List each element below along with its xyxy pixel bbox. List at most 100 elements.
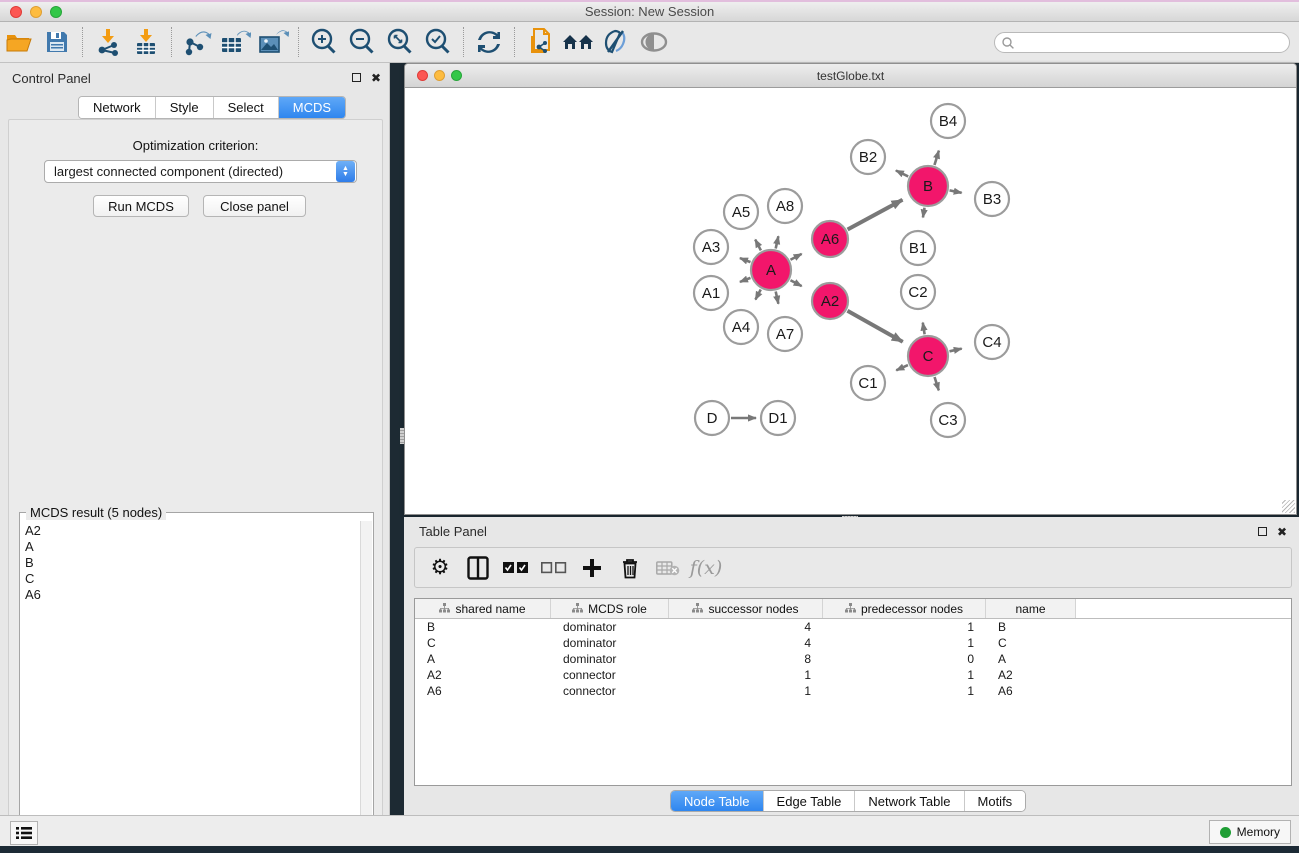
edge-C-C4[interactable] bbox=[949, 349, 961, 352]
edge-C-C2[interactable] bbox=[923, 323, 925, 335]
show-eye-icon[interactable] bbox=[637, 26, 671, 58]
import-table-icon[interactable] bbox=[129, 26, 163, 58]
node-C1[interactable]: C1 bbox=[851, 366, 885, 400]
edge-B-B3[interactable] bbox=[950, 190, 962, 192]
task-history-button[interactable] bbox=[10, 821, 38, 845]
node-C3[interactable]: C3 bbox=[931, 403, 965, 437]
run-mcds-button[interactable]: Run MCDS bbox=[93, 195, 189, 217]
zoom-out-icon[interactable] bbox=[345, 26, 379, 58]
function-builder-icon[interactable]: f(x) bbox=[691, 554, 721, 582]
table-row[interactable]: Cdominator41C bbox=[415, 635, 1291, 651]
criterion-dropdown[interactable]: largest connected component (directed) ▲… bbox=[44, 160, 357, 183]
node-B[interactable]: B bbox=[908, 166, 948, 206]
show-columns-icon[interactable] bbox=[463, 554, 493, 582]
column-header-successor-nodes[interactable]: successor nodes bbox=[669, 599, 823, 618]
node-A1[interactable]: A1 bbox=[694, 276, 728, 310]
edge-A2-C[interactable] bbox=[847, 311, 902, 342]
zoom-fit-icon[interactable] bbox=[383, 26, 417, 58]
edge-A-A1[interactable] bbox=[740, 278, 751, 282]
result-list-item[interactable]: B bbox=[25, 555, 361, 571]
node-table[interactable]: shared nameMCDS rolesuccessor nodesprede… bbox=[414, 598, 1292, 786]
search-input[interactable] bbox=[1015, 36, 1289, 50]
vertical-splitter-handle[interactable] bbox=[400, 428, 404, 444]
node-A3[interactable]: A3 bbox=[694, 230, 728, 264]
node-A6[interactable]: A6 bbox=[812, 221, 848, 257]
node-A5[interactable]: A5 bbox=[724, 195, 758, 229]
edge-B-B4[interactable] bbox=[934, 151, 938, 165]
edge-C-C3[interactable] bbox=[935, 377, 939, 390]
close-table-panel-icon[interactable]: ✖ bbox=[1277, 526, 1287, 538]
column-header-predecessor-nodes[interactable]: predecessor nodes bbox=[823, 599, 986, 618]
result-list-item[interactable]: A2 bbox=[25, 523, 361, 539]
zoom-selected-icon[interactable] bbox=[421, 26, 455, 58]
node-B2[interactable]: B2 bbox=[851, 140, 885, 174]
edge-A-A2[interactable] bbox=[790, 280, 801, 286]
home-neighbors-icon[interactable] bbox=[561, 26, 595, 58]
node-A7[interactable]: A7 bbox=[768, 317, 802, 351]
resize-grip[interactable] bbox=[1282, 500, 1295, 513]
result-list-item[interactable]: C bbox=[25, 571, 361, 587]
tab-style[interactable]: Style bbox=[156, 97, 214, 118]
network-graph[interactable]: AA1A2A3A4A5A6A7A8BB1B2B3B4CC1C2C3C4DD1 bbox=[405, 88, 1296, 514]
import-network-icon[interactable] bbox=[91, 26, 125, 58]
node-B1[interactable]: B1 bbox=[901, 231, 935, 265]
node-A8[interactable]: A8 bbox=[768, 189, 802, 223]
memory-button[interactable]: Memory bbox=[1209, 820, 1291, 844]
settings-gear-icon[interactable]: ⚙ bbox=[425, 554, 455, 582]
table-row[interactable]: A2connector11A2 bbox=[415, 667, 1291, 683]
result-list-scrollbar[interactable] bbox=[360, 521, 372, 850]
toolbar-search-field[interactable] bbox=[994, 32, 1290, 53]
table-row[interactable]: Bdominator41B bbox=[415, 619, 1291, 635]
table-row[interactable]: A6connector11A6 bbox=[415, 683, 1291, 699]
edge-A-A3[interactable] bbox=[740, 258, 751, 262]
tab-motifs[interactable]: Motifs bbox=[965, 791, 1026, 811]
edge-A-A4[interactable] bbox=[755, 289, 760, 299]
edge-A-A6[interactable] bbox=[790, 254, 801, 260]
open-session-icon[interactable] bbox=[2, 26, 36, 58]
close-panel-icon[interactable]: ✖ bbox=[371, 72, 381, 84]
delete-column-icon[interactable] bbox=[615, 554, 645, 582]
edge-B-B1[interactable] bbox=[923, 208, 925, 218]
tab-node-table[interactable]: Node Table bbox=[671, 791, 764, 811]
tab-network[interactable]: Network bbox=[79, 97, 156, 118]
edge-A-A5[interactable] bbox=[755, 240, 761, 251]
node-B3[interactable]: B3 bbox=[975, 182, 1009, 216]
node-D1[interactable]: D1 bbox=[761, 401, 795, 435]
export-network-icon[interactable] bbox=[180, 26, 214, 58]
tab-network-table[interactable]: Network Table bbox=[855, 791, 964, 811]
network-canvas[interactable]: AA1A2A3A4A5A6A7A8BB1B2B3B4CC1C2C3C4DD1 bbox=[405, 88, 1296, 514]
node-A[interactable]: A bbox=[751, 250, 791, 290]
zoom-in-icon[interactable] bbox=[307, 26, 341, 58]
delete-table-icon[interactable] bbox=[653, 554, 683, 582]
export-table-icon[interactable] bbox=[218, 26, 252, 58]
tab-select[interactable]: Select bbox=[214, 97, 279, 118]
table-row[interactable]: Adominator80A bbox=[415, 651, 1291, 667]
node-A2[interactable]: A2 bbox=[812, 283, 848, 319]
column-header-name[interactable]: name bbox=[986, 599, 1076, 618]
network-window-titlebar[interactable]: testGlobe.txt bbox=[405, 64, 1296, 88]
float-panel-icon[interactable] bbox=[352, 72, 361, 84]
edge-A-A8[interactable] bbox=[776, 236, 779, 248]
node-C2[interactable]: C2 bbox=[901, 275, 935, 309]
add-column-icon[interactable] bbox=[577, 554, 607, 582]
network-from-file-icon[interactable] bbox=[523, 26, 557, 58]
close-panel-button[interactable]: Close panel bbox=[203, 195, 306, 217]
edge-A-A7[interactable] bbox=[776, 291, 779, 303]
refresh-layout-icon[interactable] bbox=[472, 26, 506, 58]
column-header-shared-name[interactable]: shared name bbox=[415, 599, 551, 618]
node-C4[interactable]: C4 bbox=[975, 325, 1009, 359]
result-list-item[interactable]: A6 bbox=[25, 587, 361, 603]
edge-B-B2[interactable] bbox=[896, 170, 908, 176]
column-header-MCDS-role[interactable]: MCDS role bbox=[551, 599, 669, 618]
mcds-result-list[interactable]: A2ABCA6 bbox=[21, 521, 361, 850]
edge-A6-B[interactable] bbox=[848, 200, 903, 230]
edge-C-C1[interactable] bbox=[896, 365, 908, 370]
select-all-icon[interactable] bbox=[501, 554, 531, 582]
node-D[interactable]: D bbox=[695, 401, 729, 435]
node-A4[interactable]: A4 bbox=[724, 310, 758, 344]
float-table-panel-icon[interactable] bbox=[1258, 526, 1267, 538]
export-image-icon[interactable] bbox=[256, 26, 290, 58]
tab-mcds[interactable]: MCDS bbox=[279, 97, 345, 118]
hide-graphics-details-icon[interactable] bbox=[599, 26, 633, 58]
node-B4[interactable]: B4 bbox=[931, 104, 965, 138]
